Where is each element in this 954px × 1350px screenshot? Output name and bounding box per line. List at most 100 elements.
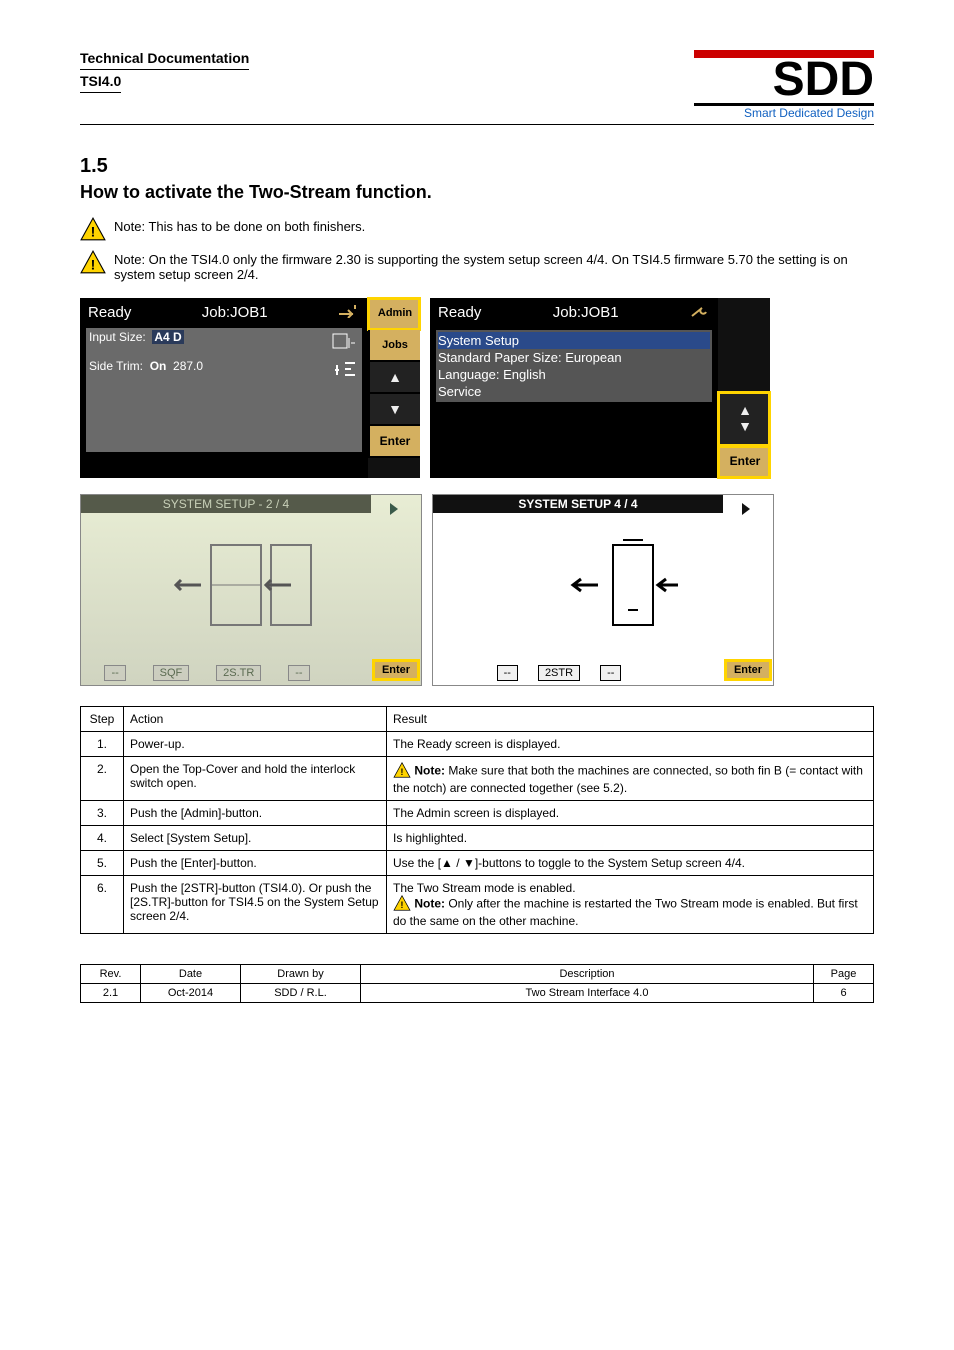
warning-note-2: Note: On the TSI4.0 only the firmware 2.… — [108, 250, 874, 282]
enter-button[interactable]: Enter — [368, 426, 420, 458]
col-result: Result — [387, 707, 874, 732]
col-step: Step — [81, 707, 124, 732]
note-label: Note: — [414, 764, 445, 778]
feed-icon — [338, 304, 360, 322]
down-button[interactable]: ▼ — [368, 394, 420, 426]
job-label: Job:JOB1 — [202, 304, 268, 322]
section-number: 1.5 — [80, 155, 874, 178]
steps-table: Step Action Result 1. Power-up. The Read… — [80, 706, 874, 934]
side-trim-on: On — [150, 359, 167, 373]
side-trim-value: 287.0 — [173, 359, 203, 373]
footer-rev-h: Rev. — [81, 965, 141, 984]
admin-button[interactable]: Admin — [368, 298, 420, 330]
step-action: Select [System Setup]. — [124, 826, 387, 851]
result-text: Use the [ — [393, 856, 441, 870]
status-label: Ready — [88, 304, 131, 322]
note-label: Note: — [414, 897, 445, 911]
label-2str[interactable]: 2STR — [538, 665, 580, 681]
footer-table: Rev. Date Drawn by Description Page 2.1 … — [80, 964, 874, 1003]
ui-screenshot-setup-2-4: SYSTEM SETUP - 2 / 4 -- SQF 2S.TR -- E — [80, 494, 422, 686]
table-row: 4. Select [System Setup]. Is highlighted… — [81, 826, 874, 851]
enter-button[interactable]: Enter — [718, 446, 770, 478]
up-down-button[interactable]: ▲▼ — [718, 392, 770, 446]
table-row: 5. Push the [Enter]-button. Use the [▲ /… — [81, 851, 874, 876]
next-icon[interactable] — [386, 501, 402, 517]
svg-text:!: ! — [401, 767, 404, 777]
jobs-button[interactable]: Jobs — [368, 330, 420, 362]
enter-button[interactable]: Enter — [374, 661, 418, 679]
step-action: Power-up. — [124, 732, 387, 757]
footer-desc-h: Description — [361, 965, 814, 984]
step-result: Use the [▲ / ▼]-buttons to toggle to the… — [387, 851, 874, 876]
ui-screenshot-setup-4-4: SYSTEM SETUP 4 / 4 -- 2STR -- Enter — [432, 494, 774, 686]
doc-header-line2: TSI4.0 — [80, 73, 121, 93]
result-text: ]-buttons to toggle to the System Setup … — [475, 856, 745, 870]
system-setup-title: SYSTEM SETUP - 2 / 4 — [81, 495, 371, 513]
input-size-label: Input Size: — [89, 330, 146, 344]
table-row: 3. Push the [Admin]-button. The Admin sc… — [81, 801, 874, 826]
warning-icon: ! — [393, 762, 411, 781]
step-num: 4. — [81, 826, 124, 851]
status-label: Ready — [438, 304, 481, 324]
side-trim-label: Side Trim: — [89, 359, 143, 373]
step-num: 5. — [81, 851, 124, 876]
table-row: 2. Open the Top-Cover and hold the inter… — [81, 757, 874, 801]
footer-rev: 2.1 — [81, 984, 141, 1003]
step-result: The Ready screen is displayed. — [387, 732, 874, 757]
enter-button[interactable]: Enter — [726, 661, 770, 679]
warning-icon: ! — [80, 217, 108, 244]
step-num: 1. — [81, 732, 124, 757]
system-setup-item[interactable]: System Setup — [438, 332, 710, 349]
label-dash-1: -- — [497, 665, 518, 681]
note-text: Only after the machine is restarted the … — [393, 897, 858, 928]
step-num: 2. — [81, 757, 124, 801]
svg-text:!: ! — [401, 900, 404, 910]
doc-header-line1: Technical Documentation — [80, 50, 249, 70]
note-text: Make sure that both the machines are con… — [393, 764, 863, 795]
label-dash-2: -- — [600, 665, 621, 681]
step-result: Is highlighted. — [387, 826, 874, 851]
trim-icon — [331, 359, 359, 384]
step-action: Push the [Admin]-button. — [124, 801, 387, 826]
sdd-logo: SDD Smart Dedicated Design — [694, 50, 874, 120]
label-dash-1: -- — [104, 665, 125, 681]
step-result: ! Note: Make sure that both the machines… — [387, 757, 874, 801]
warning-icon: ! — [393, 895, 411, 914]
booklet-icon — [331, 330, 359, 355]
svg-text:!: ! — [91, 257, 96, 273]
step-action: Push the [Enter]-button. — [124, 851, 387, 876]
table-row: 1. Power-up. The Ready screen is display… — [81, 732, 874, 757]
footer-desc: Two Stream Interface 4.0 — [361, 984, 814, 1003]
language-item[interactable]: Language: English — [438, 366, 710, 383]
label-2str[interactable]: 2S.TR — [216, 665, 261, 681]
step-num: 6. — [81, 876, 124, 934]
logo-subtext: Smart Dedicated Design — [694, 106, 874, 120]
label-sqf[interactable]: SQF — [153, 665, 190, 681]
result-line1: The Two Stream mode is enabled. — [393, 881, 867, 895]
step-result: The Two Stream mode is enabled. ! Note: … — [387, 876, 874, 934]
system-setup-title: SYSTEM SETUP 4 / 4 — [433, 495, 723, 513]
footer-page-h: Page — [814, 965, 874, 984]
service-item[interactable]: Service — [438, 383, 710, 400]
step-action: Open the Top-Cover and hold the interloc… — [124, 757, 387, 801]
next-icon[interactable] — [738, 501, 754, 517]
label-dash-2: -- — [288, 665, 309, 681]
col-action: Action — [124, 707, 387, 732]
footer-date-h: Date — [141, 965, 241, 984]
step-num: 3. — [81, 801, 124, 826]
section-title: How to activate the Two-Stream function. — [80, 182, 874, 203]
warning-icon: ! — [80, 250, 108, 277]
table-row: 6. Push the [2STR]-button (TSI4.0). Or p… — [81, 876, 874, 934]
tool-icon — [690, 304, 710, 324]
result-text: / — [453, 856, 463, 870]
up-button[interactable]: ▲ — [368, 362, 420, 394]
ui-screenshot-ready: Ready Job:JOB1 Input Size: A4 D Side T — [80, 298, 420, 478]
step-action: Push the [2STR]-button (TSI4.0). Or push… — [124, 876, 387, 934]
footer-drawn-h: Drawn by — [241, 965, 361, 984]
warning-note-1: Note: This has to be done on both finish… — [108, 217, 874, 234]
footer-date: Oct-2014 — [141, 984, 241, 1003]
step-result: The Admin screen is displayed. — [387, 801, 874, 826]
footer-page: 6 — [814, 984, 874, 1003]
paper-size-item[interactable]: Standard Paper Size: European — [438, 349, 710, 366]
logo-text: SDD — [694, 58, 874, 106]
